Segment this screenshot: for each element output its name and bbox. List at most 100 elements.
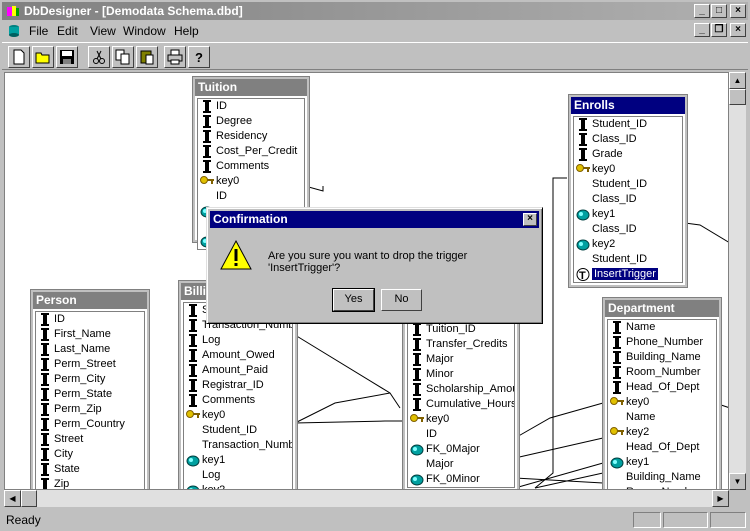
vertical-scrollbar[interactable]: ▲ ▼ bbox=[729, 72, 746, 490]
table-row[interactable]: key2 bbox=[574, 237, 682, 252]
table-student[interactable]: Tuition_ID Transfer_Credits Major Minor Scho… bbox=[402, 310, 520, 489]
scroll-left-button[interactable]: ◀ bbox=[4, 490, 21, 507]
table-title[interactable]: Person bbox=[33, 292, 147, 309]
table-department[interactable]: Department Name Phone_Number Building_Name… bbox=[602, 297, 722, 489]
table-row[interactable]: Major bbox=[408, 352, 514, 367]
table-row[interactable]: Zip bbox=[36, 477, 144, 489]
table-row[interactable]: Amount_Owed bbox=[184, 348, 292, 363]
table-row[interactable]: First_Name bbox=[36, 327, 144, 342]
table-row[interactable]: Comments bbox=[184, 393, 292, 408]
table-row[interactable]: Perm_Country bbox=[36, 417, 144, 432]
table-row[interactable]: key0 bbox=[608, 395, 716, 410]
table-row[interactable]: Class_ID bbox=[574, 132, 682, 147]
menu-help[interactable]: Help bbox=[174, 24, 199, 38]
table-row[interactable]: Log bbox=[184, 333, 292, 348]
table-title[interactable]: Enrolls bbox=[571, 97, 685, 114]
table-row[interactable]: Street bbox=[36, 432, 144, 447]
table-row[interactable]: key0 bbox=[184, 408, 292, 423]
table-row[interactable]: Phone_Number bbox=[608, 335, 716, 350]
table-row[interactable]: Student_ID bbox=[574, 177, 682, 192]
table-row[interactable]: Transfer_Credits bbox=[408, 337, 514, 352]
table-row[interactable]: ID bbox=[198, 189, 304, 204]
cut-icon[interactable] bbox=[88, 46, 110, 68]
table-row[interactable]: Comments bbox=[198, 159, 304, 174]
table-row[interactable]: ID bbox=[408, 427, 514, 442]
table-row[interactable]: Cumulative_Hours bbox=[408, 397, 514, 412]
table-row[interactable]: Class_ID bbox=[574, 222, 682, 237]
table-row[interactable]: Degree bbox=[198, 114, 304, 129]
dialog-close-button[interactable]: × bbox=[523, 213, 537, 226]
mdi-minimize-button[interactable]: _ bbox=[694, 23, 710, 37]
table-row[interactable]: Room_Number bbox=[608, 365, 716, 380]
table-row[interactable]: Name bbox=[608, 410, 716, 425]
menu-edit[interactable]: Edit bbox=[57, 24, 78, 38]
table-row[interactable]: ID bbox=[198, 99, 304, 114]
table-row[interactable]: key1 bbox=[574, 207, 682, 222]
horizontal-scroll-thumb[interactable] bbox=[21, 490, 37, 507]
title-bar[interactable]: DbDesigner - [Demodata Schema.dbd] bbox=[2, 2, 748, 20]
table-row[interactable]: key1 bbox=[184, 453, 292, 468]
table-row[interactable]: City bbox=[36, 447, 144, 462]
copy-icon[interactable] bbox=[112, 46, 134, 68]
table-row[interactable]: Student_ID bbox=[574, 252, 682, 267]
scroll-down-button[interactable]: ▼ bbox=[729, 473, 746, 490]
table-row[interactable]: Transaction_Numb bbox=[184, 438, 292, 453]
table-row[interactable]: key0 bbox=[198, 174, 304, 189]
close-button[interactable]: × bbox=[730, 4, 746, 18]
table-row[interactable]: Name bbox=[608, 320, 716, 335]
table-row[interactable]: Residency bbox=[198, 129, 304, 144]
dialog-title-bar[interactable]: Confirmation × bbox=[210, 211, 539, 228]
table-row[interactable]: key1 bbox=[608, 455, 716, 470]
maximize-button[interactable]: □ bbox=[711, 4, 727, 18]
table-row[interactable]: Perm_State bbox=[36, 387, 144, 402]
yes-button[interactable]: Yes bbox=[332, 288, 375, 312]
table-row[interactable]: ID bbox=[36, 312, 144, 327]
table-row[interactable]: Head_Of_Dept bbox=[608, 380, 716, 395]
table-row[interactable]: T InsertTrigger bbox=[574, 267, 682, 282]
open-folder-icon[interactable] bbox=[32, 46, 54, 68]
minimize-button[interactable]: _ bbox=[694, 4, 710, 18]
table-row[interactable]: Head_Of_Dept bbox=[608, 440, 716, 455]
print-icon[interactable] bbox=[164, 46, 186, 68]
table-enrolls[interactable]: Enrolls Student_ID Class_ID Grade key0 Stude… bbox=[568, 94, 688, 288]
table-title[interactable]: Tuition bbox=[195, 79, 307, 96]
menu-file[interactable]: File bbox=[29, 24, 48, 38]
menu-view[interactable]: View bbox=[90, 24, 116, 38]
table-row[interactable]: Tuition_ID bbox=[408, 322, 514, 337]
table-row[interactable]: Log bbox=[184, 468, 292, 483]
table-row[interactable]: key0 bbox=[408, 412, 514, 427]
table-row[interactable]: Major bbox=[408, 457, 514, 472]
save-icon[interactable] bbox=[56, 46, 78, 68]
table-title[interactable]: Department bbox=[605, 300, 719, 317]
table-row[interactable]: State bbox=[36, 462, 144, 477]
table-row[interactable]: Last_Name bbox=[36, 342, 144, 357]
table-row[interactable]: key0 bbox=[574, 162, 682, 177]
table-row[interactable]: FK_0Minor bbox=[408, 472, 514, 487]
table-row[interactable]: Perm_Zip bbox=[36, 402, 144, 417]
paste-icon[interactable] bbox=[136, 46, 158, 68]
mdi-close-button[interactable]: × bbox=[730, 23, 746, 37]
vertical-scroll-thumb[interactable] bbox=[729, 89, 746, 105]
table-row[interactable]: FK_0Major bbox=[408, 442, 514, 457]
table-row[interactable]: key2 bbox=[608, 425, 716, 440]
document-icon[interactable] bbox=[8, 24, 20, 37]
scroll-right-button[interactable]: ▶ bbox=[712, 490, 729, 507]
table-row[interactable]: Perm_Street bbox=[36, 357, 144, 372]
table-row[interactable]: Building_Name bbox=[608, 350, 716, 365]
table-row[interactable]: Perm_City bbox=[36, 372, 144, 387]
table-row[interactable]: Amount_Paid bbox=[184, 363, 292, 378]
table-row[interactable]: Cost_Per_Credit bbox=[198, 144, 304, 159]
table-row[interactable]: Building_Name bbox=[608, 470, 716, 485]
no-button[interactable]: No bbox=[381, 289, 422, 311]
mdi-restore-button[interactable]: ❐ bbox=[711, 23, 727, 37]
menu-window[interactable]: Window bbox=[123, 24, 166, 38]
table-row[interactable]: Student_ID bbox=[184, 423, 292, 438]
table-row[interactable]: Grade bbox=[574, 147, 682, 162]
table-row[interactable]: Scholarship_Amou bbox=[408, 382, 514, 397]
table-person[interactable]: Person ID First_Name Last_Name Perm_Street P… bbox=[30, 289, 150, 489]
scroll-up-button[interactable]: ▲ bbox=[729, 72, 746, 89]
table-row[interactable]: Student_ID bbox=[574, 117, 682, 132]
table-row[interactable]: Class_ID bbox=[574, 192, 682, 207]
horizontal-scrollbar[interactable]: ◀ ▶ bbox=[4, 490, 729, 507]
new-file-icon[interactable] bbox=[8, 46, 30, 68]
